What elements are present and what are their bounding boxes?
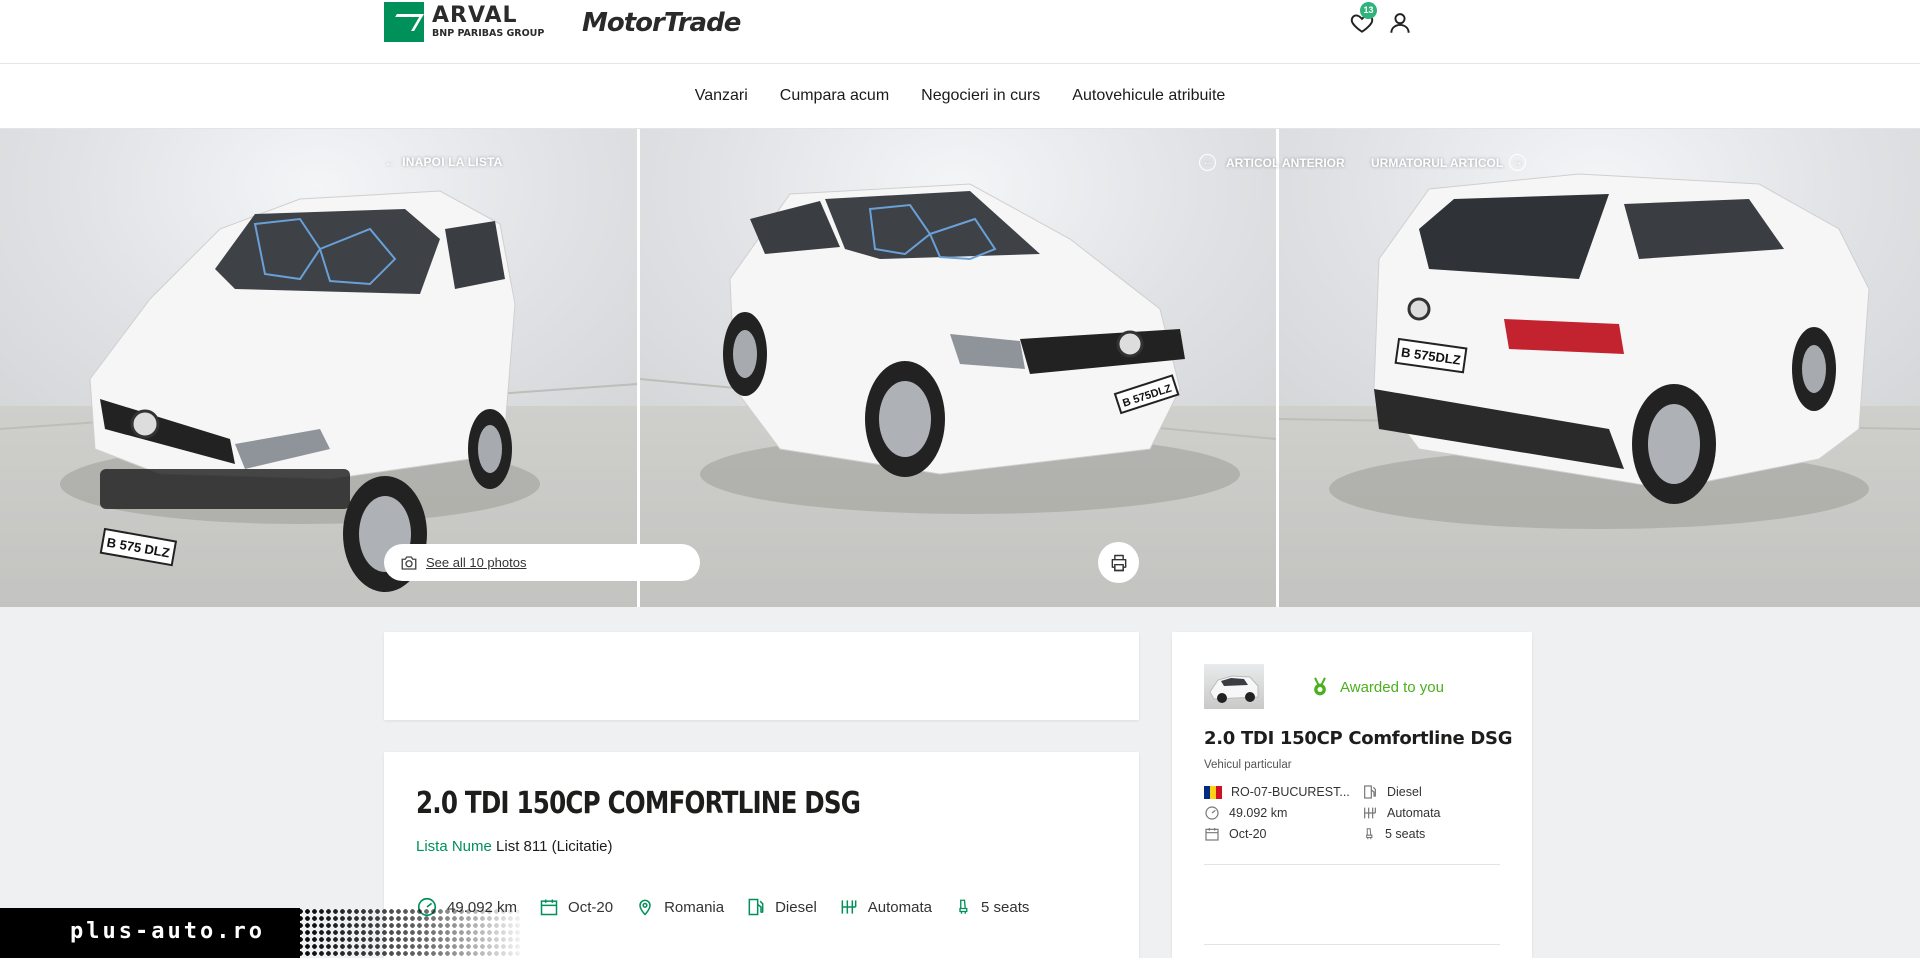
previous-item-label: ARTICOL ANTERIOR: [1226, 155, 1345, 170]
arval-mark-icon: [384, 2, 424, 42]
car-photo-front-left[interactable]: B 575 DLZ: [0, 129, 637, 607]
fuel-pump-icon: [748, 898, 764, 916]
romania-flag-icon: [1204, 785, 1222, 799]
list-name-value: List 811 (Licitatie): [496, 838, 613, 855]
nav-item-vanzari[interactable]: Vanzari: [679, 87, 764, 105]
brand-subtitle: BNP PARIBAS GROUP: [432, 28, 545, 40]
seat-icon: [959, 899, 968, 914]
arrow-left-circle-icon: ←: [1199, 154, 1216, 171]
arrow-right-circle-icon: →: [1509, 154, 1527, 171]
nav-item-negocieri[interactable]: Negocieri in curs: [905, 87, 1056, 105]
side-date: Oct-20: [1204, 826, 1362, 842]
motortrade-logo[interactable]: MotorTrade: [582, 8, 741, 38]
gearbox-icon: [1364, 807, 1376, 819]
nav-item-autovehicule-atribuite[interactable]: Autovehicule atribuite: [1056, 87, 1241, 105]
list-info: Lista Nume List 811 (Licitatie): [416, 838, 613, 855]
camera-icon: [401, 555, 417, 570]
vehicle-title: 2.0 TDI 150CP COMFORTLINE DSG: [416, 786, 861, 821]
side-location: RO-07-BUCUREST...: [1204, 784, 1362, 800]
back-to-list-label: INAPOI LA LISTA: [402, 155, 503, 169]
spec-seats: 5 seats: [954, 896, 1029, 918]
gearbox-icon: [841, 900, 857, 914]
watermark-text: plus-auto.ro: [70, 919, 265, 944]
divider: [1204, 864, 1500, 865]
vehicle-thumbnail[interactable]: [1204, 664, 1264, 709]
divider: [1204, 944, 1500, 945]
watermark: plus-auto.ro: [0, 908, 520, 958]
see-all-photos-button[interactable]: See all 10 photos: [384, 544, 700, 581]
user-icon[interactable]: [1387, 10, 1413, 36]
spec-date: Oct-20: [539, 897, 613, 917]
side-spec-grid: RO-07-BUCUREST... Diesel 49.092 km Autom…: [1204, 784, 1504, 842]
arrow-left-icon: ←: [384, 155, 397, 169]
car-photo-rear[interactable]: B 575DLZ: [1279, 129, 1920, 607]
side-vehicle-title: 2.0 TDI 150CP Comfortline DSG: [1204, 728, 1513, 749]
side-seats: 5 seats: [1362, 826, 1504, 842]
back-to-list-link[interactable]: ← INAPOI LA LISTA: [384, 155, 503, 169]
top-header: ARVAL BNP PARIBAS GROUP MotorTrade 13: [0, 0, 1920, 64]
see-all-photos-label: See all 10 photos: [426, 555, 527, 570]
calendar-icon: [1205, 828, 1219, 841]
location-pin-icon: [639, 899, 651, 916]
next-item-link[interactable]: URMATORUL ARTICOL →: [1371, 154, 1527, 171]
nav-item-cumpara-acum[interactable]: Cumpara acum: [764, 87, 905, 105]
print-button[interactable]: [1098, 542, 1139, 583]
list-name-label: Lista Nume: [416, 838, 492, 855]
seat-icon: [1366, 828, 1373, 840]
medal-icon: [1314, 677, 1326, 696]
awarded-label: Awarded to you: [1340, 678, 1444, 696]
previous-item-link[interactable]: ← ARTICOL ANTERIOR: [1199, 154, 1345, 171]
favorites-count-badge: 13: [1360, 2, 1377, 19]
side-mileage: 49.092 km: [1204, 805, 1362, 821]
side-fuel: Diesel: [1362, 784, 1504, 800]
speedometer-icon: [1205, 806, 1219, 820]
spec-country: Romania: [635, 897, 724, 917]
vehicle-category: Vehicul particular: [1204, 759, 1292, 771]
awarded-vehicle-card: Awarded to you 2.0 TDI 150CP Comfortline…: [1172, 632, 1532, 958]
brand-name: ARVAL: [432, 3, 518, 29]
car-photo-front-right[interactable]: B 575DLZ: [640, 129, 1276, 607]
spec-fuel: Diesel: [746, 896, 817, 918]
photo-gallery: B 575 DLZ B 575DLZ B 575DLZ ← INAPOI LA …: [0, 129, 1920, 607]
arval-logo[interactable]: ARVAL BNP PARIBAS GROUP: [384, 2, 544, 42]
main-nav: Vanzari Cumpara acum Negocieri in curs A…: [0, 64, 1920, 129]
awarded-status: Awarded to you: [1310, 676, 1444, 698]
placeholder-card: [384, 632, 1139, 720]
spec-gearbox: Automata: [839, 897, 932, 917]
printer-icon: [1111, 554, 1126, 571]
fuel-pump-icon: [1364, 785, 1376, 799]
calendar-icon: [540, 899, 558, 916]
next-item-label: URMATORUL ARTICOL: [1371, 155, 1504, 170]
side-gearbox: Automata: [1362, 805, 1504, 821]
